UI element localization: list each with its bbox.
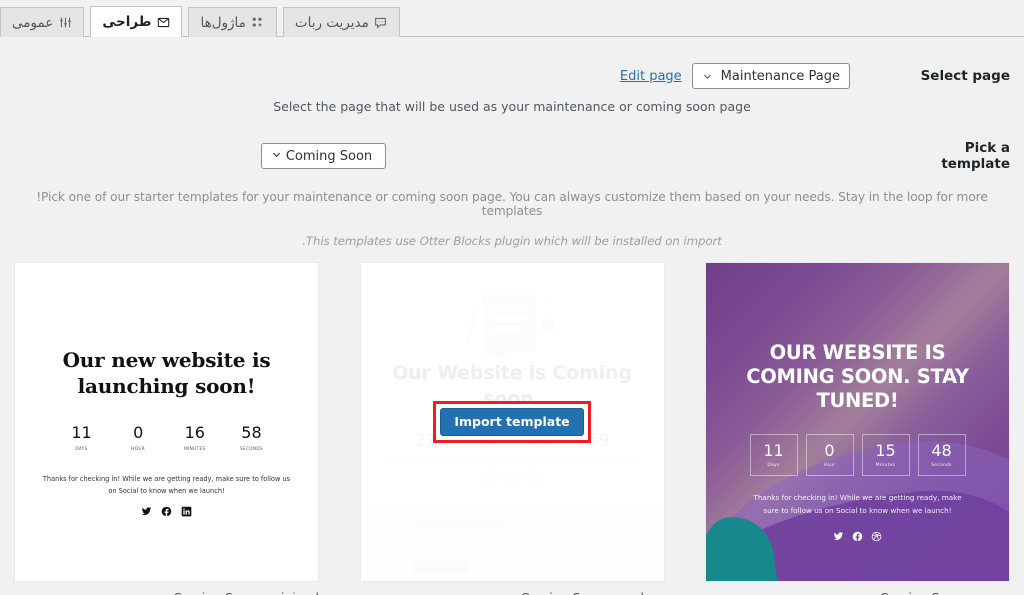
countdown-value: 11 xyxy=(763,440,784,460)
maintenance-page-select[interactable]: Maintenance Page xyxy=(691,63,850,89)
countdown-value: 58 xyxy=(241,423,262,442)
pick-template-description: !Pick one of our starter templates for y… xyxy=(36,190,988,218)
countdown-unit-minutes: 15 Minutes xyxy=(861,434,910,477)
template-category-value: Coming Soon xyxy=(285,148,373,164)
template-thumbnail[interactable]: Our new website is launching soon! 11 DA… xyxy=(14,262,319,582)
design-settings-panel: Select page Maintenance Page Edit page S… xyxy=(0,37,1024,595)
select-page-section: Select page Maintenance Page Edit page xyxy=(14,37,1010,89)
select-page-controls: Maintenance Page Edit page xyxy=(620,63,850,89)
maintenance-page-select-value: Maintenance Page xyxy=(720,68,840,84)
tab-label: عمومی xyxy=(12,14,54,31)
modules-icon xyxy=(251,16,265,30)
twitter-icon xyxy=(141,506,152,521)
chevron-down-icon xyxy=(702,71,713,82)
pick-template-section: Pick a template Coming Soon xyxy=(14,140,1010,172)
template-caption: Coming Soon - minimal xyxy=(14,590,319,595)
tab-label: مدیریت ربات xyxy=(294,14,369,31)
countdown-label: Days xyxy=(767,462,780,468)
countdown-label: HOUR xyxy=(131,446,146,451)
template-card-modern[interactable]: Our Website is Coming soon. 271 5 34 59 xyxy=(359,262,665,595)
otter-blocks-note: .This templates use Otter Blocks plugin … xyxy=(302,234,722,248)
minimal-preview: Our new website is launching soon! 11 DA… xyxy=(15,263,318,581)
tab-label: طراحی xyxy=(102,14,152,30)
import-template-button[interactable]: Import template xyxy=(440,408,584,436)
countdown-value: 15 xyxy=(875,440,896,460)
cover-note: Thanks for checking in! While we are get… xyxy=(753,493,962,515)
edit-page-link[interactable]: Edit page xyxy=(620,69,682,84)
cover-headline: OUR WEBSITE IS COMING SOON. STAY TUNED! xyxy=(746,341,969,412)
countdown-label: Hour xyxy=(823,462,836,468)
countdown-value: 0 xyxy=(133,423,144,442)
facebook-icon xyxy=(852,531,863,542)
template-category-select[interactable]: Coming Soon xyxy=(261,143,386,169)
pick-template-title: Pick a template xyxy=(941,140,1010,172)
countdown-unit-days: 11 Days xyxy=(749,434,798,477)
layout-icon xyxy=(156,15,170,29)
chat-bot-icon xyxy=(374,16,388,30)
template-thumbnail[interactable]: Our Website is Coming soon. 271 5 34 59 xyxy=(359,262,665,582)
countdown-unit-days: 11 DAYS xyxy=(61,423,103,452)
minimal-note: Thanks for checking in! While we are get… xyxy=(42,475,291,496)
countdown-label: MINUTES xyxy=(184,446,206,451)
minimal-social-links xyxy=(141,506,192,521)
highlight-box: Import template xyxy=(433,401,591,443)
template-grid: OUR WEBSITE IS COMING SOON. STAY TUNED! … xyxy=(14,262,1010,595)
chevron-down-icon xyxy=(271,149,282,164)
tab-design[interactable]: طراحی xyxy=(90,6,183,37)
template-thumbnail[interactable]: OUR WEBSITE IS COMING SOON. STAY TUNED! … xyxy=(705,262,1010,582)
tab-bot-management[interactable]: مدیریت ربات xyxy=(282,7,400,37)
countdown-label: Minutes xyxy=(875,462,896,468)
template-hover-overlay: Import template xyxy=(360,263,664,581)
facebook-icon xyxy=(161,506,172,521)
select-page-title: Select page xyxy=(920,68,1010,84)
cover-social-links xyxy=(833,531,882,542)
countdown-label: Seconds xyxy=(931,462,952,468)
template-caption: Coming Soon - modern xyxy=(360,590,665,595)
countdown-unit-seconds: 48 Seconds xyxy=(917,434,966,477)
settings-tab-bar: مدیریت ربات ماژول‌ها طراحی عمومی xyxy=(0,0,1024,37)
countdown-value: 0 xyxy=(824,440,835,460)
tab-label: ماژول‌ها xyxy=(200,14,246,31)
dribbble-icon xyxy=(871,531,882,542)
countdown-value: 48 xyxy=(931,440,952,460)
template-card-cover[interactable]: OUR WEBSITE IS COMING SOON. STAY TUNED! … xyxy=(705,262,1010,595)
minimal-countdown: 11 DAYS 0 HOUR 16 MINUTES 58 SECONDS xyxy=(61,423,273,452)
cover-countdown: 11 Days 0 Hour 15 Minutes 48 Seconds xyxy=(749,434,966,477)
countdown-label: SECONDS xyxy=(239,446,263,451)
tab-general[interactable]: عمومی xyxy=(0,7,85,37)
template-caption: Coming Soon - cover xyxy=(705,590,1010,595)
twitter-icon xyxy=(833,531,844,542)
countdown-value: 16 xyxy=(184,423,205,442)
countdown-unit-seconds: 58 SECONDS xyxy=(230,423,272,452)
countdown-unit-minutes: 16 MINUTES xyxy=(174,423,216,452)
linkedin-icon xyxy=(181,506,192,521)
select-page-helper-text: Select the page that will be used as you… xyxy=(273,99,751,114)
countdown-unit-hours: 0 HOUR xyxy=(117,423,159,452)
tab-modules[interactable]: ماژول‌ها xyxy=(188,7,277,37)
template-card-minimal[interactable]: Our new website is launching soon! 11 DA… xyxy=(14,262,319,595)
countdown-unit-hours: 0 Hour xyxy=(805,434,854,477)
cover-content: OUR WEBSITE IS COMING SOON. STAY TUNED! … xyxy=(706,263,1009,581)
sliders-icon xyxy=(58,16,72,30)
minimal-headline: Our new website is launching soon! xyxy=(62,348,271,398)
countdown-value: 11 xyxy=(71,423,92,442)
countdown-label: DAYS xyxy=(75,446,88,451)
